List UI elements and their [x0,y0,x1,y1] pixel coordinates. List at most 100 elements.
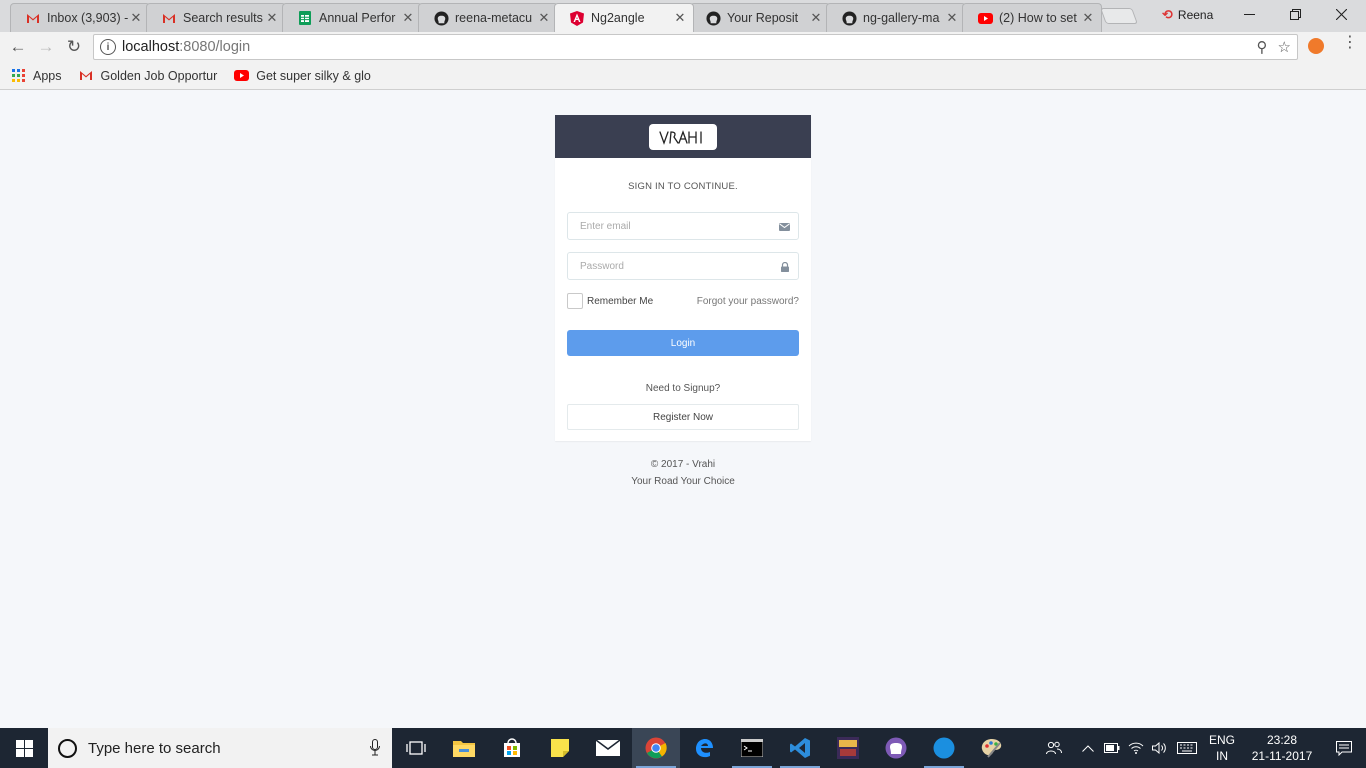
extension-icon[interactable] [1308,38,1324,54]
footer-copyright: © 2017 - Vrahi [650,459,716,470]
forgot-password-link[interactable]: Forgot your password? [697,296,799,307]
taskbar-search[interactable]: Type here to search [48,728,392,768]
taskbar-file-explorer[interactable] [440,728,488,768]
close-icon[interactable]: ✕ [945,10,959,26]
login-card: SIGN IN TO CONTINUE. Remember Me Forgot [555,115,811,441]
tab-annual-performance[interactable]: Annual Perfor ✕ [282,3,422,32]
email-input[interactable] [580,220,770,232]
compass-icon [933,737,955,759]
system-tray: ENG IN 23:28 21-11-2017 [1042,728,1366,768]
mail-icon [596,740,620,756]
page-content: SIGN IN TO CONTINUE. Remember Me Forgot [0,91,1366,728]
start-button[interactable] [0,728,48,768]
taskbar-sticky-notes[interactable] [536,728,584,768]
minimize-icon [1243,13,1255,15]
lock-icon [779,261,790,272]
close-icon[interactable]: ✕ [537,10,551,26]
url-path: :8080/login [179,39,251,55]
profile-name: Reena [1177,8,1214,22]
tab-title: reena-metacu [455,11,533,25]
taskbar-paint[interactable] [968,728,1016,768]
github-desktop-icon [885,737,907,759]
new-tab-button[interactable] [1100,8,1138,24]
taskbar-game-app[interactable] [824,728,872,768]
taskbar-vscode[interactable] [776,728,824,768]
password-field[interactable] [567,252,799,280]
forward-button[interactable]: → [35,36,57,58]
logo-signature [659,129,702,145]
tab-search-results[interactable]: Search results ✕ [146,3,286,32]
menu-button[interactable]: ⋮ [1342,35,1358,51]
taskbar-github-desktop[interactable] [872,728,920,768]
wifi-icon[interactable] [1124,728,1148,768]
bookmark-golden-job[interactable]: Golden Job Opportur [78,68,217,84]
bookmarks-bar: Apps Golden Job Opportur Get super silky… [0,62,1366,90]
task-view-button[interactable] [392,728,440,768]
microphone-icon[interactable] [370,739,380,756]
tab-inbox[interactable]: Inbox (3,903) - ✕ [10,3,150,32]
reload-button[interactable]: ↻ [63,36,85,58]
info-icon[interactable]: i [100,39,116,55]
close-window-button[interactable] [1318,0,1364,28]
bookmark-silky[interactable]: Get super silky & glo [233,68,371,84]
terminal-icon [741,739,763,757]
github-icon [433,10,449,26]
bookmark-apps[interactable]: Apps [10,68,62,84]
tab-reena-metacube[interactable]: reena-metacu ✕ [418,3,558,32]
tab-your-repositories[interactable]: Your Reposit ✕ [690,3,830,32]
vrahi-logo [649,123,717,150]
email-field[interactable] [567,212,799,240]
sheets-icon [297,10,313,26]
back-button[interactable]: ← [7,36,29,58]
gmail-icon [161,10,177,26]
tab-ng-gallery[interactable]: ng-gallery-ma ✕ [826,3,966,32]
password-input[interactable] [580,260,770,272]
taskbar-chrome[interactable] [632,728,680,768]
folder-icon [453,741,475,757]
language-indicator[interactable]: ENG IN [1202,732,1242,764]
game-icon [837,737,859,759]
tab-ng2angle[interactable]: Ng2angle ✕ [554,3,694,32]
minimize-button[interactable] [1226,0,1272,28]
taskbar-command-prompt[interactable] [728,728,776,768]
url-text[interactable]: localhost:8080/login [122,39,250,55]
paint-palette-icon [981,739,1002,758]
register-button[interactable]: Register Now [567,404,799,430]
tab-youtube-how-to[interactable]: (2) How to set ✕ [962,3,1102,32]
clock[interactable]: 23:28 21-11-2017 [1242,732,1322,764]
volume-icon[interactable] [1148,728,1172,768]
store-bag-icon [504,738,520,757]
remember-me[interactable]: Remember Me [567,293,653,309]
angular-icon [569,10,585,26]
profile-button[interactable]: ⟲ Reena [1162,7,1213,23]
zoom-icon[interactable]: ⚲ [1257,38,1268,56]
taskbar-edge[interactable] [680,728,728,768]
reload-icon: ↻ [66,37,82,56]
bookmark-label: Apps [33,68,62,83]
close-icon[interactable]: ✕ [401,10,415,26]
chrome-icon [645,737,667,759]
restore-button[interactable] [1272,0,1318,28]
taskbar-remote-app[interactable] [920,728,968,768]
close-icon[interactable]: ✕ [129,10,143,26]
action-center-button[interactable] [1322,740,1366,756]
bookmark-star-icon[interactable]: ☆ [1278,38,1291,56]
login-button[interactable]: Login [567,330,799,356]
chevron-up-icon[interactable] [1076,728,1100,768]
browser-tab-strip: Inbox (3,903) - ✕ Search results ✕ Annua… [0,0,1366,32]
people-icon[interactable] [1042,728,1066,768]
close-icon[interactable]: ✕ [673,10,687,26]
more-vertical-icon: ⋮ [1342,34,1358,51]
taskbar-mail[interactable] [584,728,632,768]
envelope-icon [779,221,790,232]
close-icon[interactable]: ✕ [265,10,279,26]
close-icon[interactable]: ✕ [1081,10,1095,26]
battery-icon[interactable] [1100,728,1124,768]
remember-me-checkbox[interactable] [567,293,583,309]
keyboard-icon[interactable] [1172,728,1202,768]
windows-taskbar: Type here to search ENG IN 23:28 21-11-2… [0,728,1366,768]
close-icon[interactable]: ✕ [809,10,823,26]
taskbar-store[interactable] [488,728,536,768]
signup-prompt: Need to Signup? [645,383,721,394]
address-bar[interactable]: i localhost:8080/login ⚲ ☆ [93,34,1298,60]
